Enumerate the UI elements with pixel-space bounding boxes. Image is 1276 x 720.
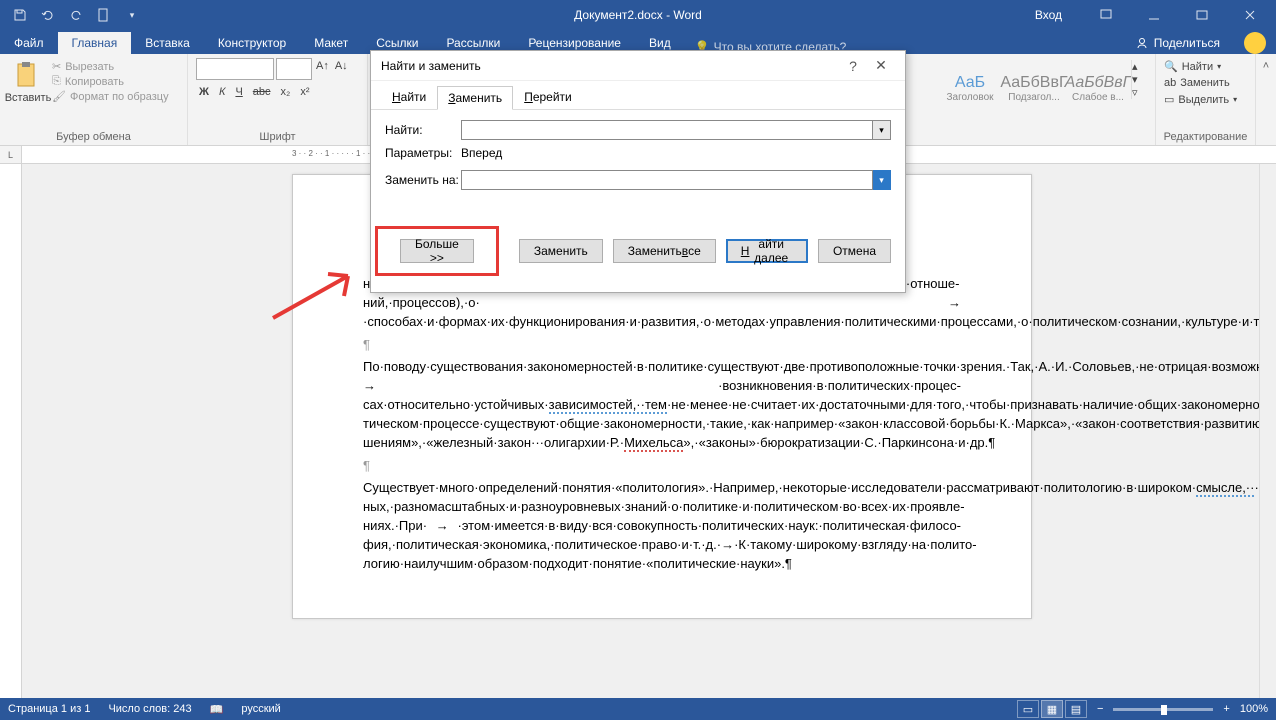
- collapse-ribbon-icon[interactable]: ˄: [1256, 54, 1276, 145]
- zoom-out-icon[interactable]: −: [1097, 703, 1103, 715]
- web-layout-icon[interactable]: ▤: [1065, 700, 1087, 718]
- tab-home[interactable]: Главная: [58, 32, 132, 54]
- cursor-icon: ▭: [1164, 93, 1174, 106]
- help-icon[interactable]: ?: [839, 52, 867, 80]
- font-label: Шрифт: [188, 131, 367, 143]
- italic-button[interactable]: К: [216, 84, 228, 100]
- dialog-tab-goto[interactable]: Перейти: [513, 85, 583, 109]
- find-input[interactable]: [461, 120, 873, 140]
- language-indicator[interactable]: русский: [241, 703, 280, 715]
- replace-all-button[interactable]: Заменить все: [613, 239, 716, 263]
- undo-icon[interactable]: [36, 3, 60, 27]
- print-layout-icon[interactable]: ▦: [1041, 700, 1063, 718]
- search-icon: 🔍: [1164, 60, 1178, 73]
- status-bar: Страница 1 из 1 Число слов: 243 📖 русски…: [0, 698, 1276, 720]
- replace-dropdown-icon[interactable]: ▾: [873, 170, 891, 190]
- replace-icon: ab: [1164, 77, 1176, 89]
- style-tile-subheading[interactable]: АаБбВвГПодзагол...: [1003, 60, 1065, 116]
- tab-layout[interactable]: Макет: [300, 32, 362, 54]
- paste-icon: [14, 60, 42, 92]
- new-doc-icon[interactable]: [92, 3, 116, 27]
- find-dropdown-icon[interactable]: ▾: [873, 120, 891, 140]
- replace-input[interactable]: [461, 170, 873, 190]
- read-mode-icon[interactable]: ▭: [1017, 700, 1039, 718]
- paste-button[interactable]: Вставить: [8, 58, 48, 104]
- vertical-scrollbar[interactable]: [1259, 164, 1276, 698]
- font-group: A↑ A↓ Ж К Ч abc x₂ x² Шрифт: [188, 54, 368, 145]
- font-family-combo[interactable]: [196, 58, 274, 80]
- close-dialog-icon[interactable]: ✕: [867, 52, 895, 80]
- document-title: Документ2.docx - Word: [574, 8, 702, 22]
- minimize-icon[interactable]: [1132, 0, 1176, 30]
- font-size-combo[interactable]: [276, 58, 312, 80]
- scissors-icon: ✂: [52, 60, 61, 73]
- brush-icon: 🖌: [52, 90, 66, 103]
- replace-label: Заменить на:: [385, 173, 461, 187]
- ribbon-options-icon[interactable]: [1084, 0, 1128, 30]
- ruler-corner[interactable]: L: [0, 146, 22, 163]
- strike-button[interactable]: abc: [250, 84, 274, 100]
- clipboard-group: Вставить ✂Вырезать ⎘Копировать 🖌Формат п…: [0, 54, 188, 145]
- feedback-emoji-icon[interactable]: [1244, 32, 1266, 54]
- zoom-slider[interactable]: [1113, 708, 1213, 711]
- superscript-button[interactable]: x²: [297, 84, 312, 100]
- subscript-button[interactable]: x₂: [278, 84, 294, 100]
- redo-icon[interactable]: [64, 3, 88, 27]
- find-next-button[interactable]: Найти далее: [726, 239, 808, 263]
- format-painter-button[interactable]: 🖌Формат по образцу: [52, 90, 169, 103]
- clipboard-label: Буфер обмена: [0, 131, 187, 143]
- save-icon[interactable]: [8, 3, 32, 27]
- close-window-icon[interactable]: [1228, 0, 1272, 30]
- more-button-highlight: Больше >>: [375, 226, 499, 276]
- cancel-button[interactable]: Отмена: [818, 239, 891, 263]
- dialog-title: Найти и заменить: [381, 59, 839, 73]
- select-button[interactable]: ▭Выделить▾: [1164, 91, 1247, 108]
- share-button[interactable]: Поделиться: [1122, 32, 1234, 54]
- share-icon: [1136, 37, 1148, 49]
- find-label: Найти:: [385, 123, 461, 137]
- params-value: Вперед: [461, 146, 502, 160]
- vertical-ruler[interactable]: [0, 164, 22, 698]
- dialog-tab-find[interactable]: Найти: [381, 85, 437, 109]
- styles-gallery-handle[interactable]: ▴▾▿: [1131, 60, 1147, 99]
- tab-insert[interactable]: Вставка: [131, 32, 204, 54]
- cut-button[interactable]: ✂Вырезать: [52, 60, 169, 73]
- dialog-tabs: Найти Заменить Перейти: [371, 81, 905, 110]
- spellcheck-icon[interactable]: 📖: [210, 703, 224, 716]
- zoom-level[interactable]: 100%: [1240, 703, 1268, 715]
- qat-more-icon[interactable]: ▾: [120, 3, 144, 27]
- bold-button[interactable]: Ж: [196, 84, 212, 100]
- zoom-in-icon[interactable]: +: [1223, 703, 1229, 715]
- tab-design[interactable]: Конструктор: [204, 32, 300, 54]
- editing-group: 🔍Найти▾ abЗаменить ▭Выделить▾ Редактиров…: [1156, 54, 1256, 145]
- params-label: Параметры:: [385, 146, 461, 160]
- style-tile-heading[interactable]: АаБЗаголовок: [939, 60, 1001, 116]
- find-button[interactable]: 🔍Найти▾: [1164, 58, 1247, 75]
- document-body[interactable]: наука·о·политике,·о·закономерностях·возн…: [363, 275, 961, 574]
- replace-one-button[interactable]: Заменить: [519, 239, 603, 263]
- shrink-font-icon[interactable]: A↓: [333, 58, 350, 80]
- copy-icon: ⎘: [52, 75, 61, 88]
- more-button[interactable]: Больше >>: [400, 239, 474, 263]
- replace-button[interactable]: abЗаменить: [1164, 75, 1247, 91]
- title-bar: ▾ Документ2.docx - Word Вход: [0, 0, 1276, 30]
- grow-font-icon[interactable]: A↑: [314, 58, 331, 80]
- page-indicator[interactable]: Страница 1 из 1: [8, 703, 90, 715]
- maximize-icon[interactable]: [1180, 0, 1224, 30]
- word-count[interactable]: Число слов: 243: [108, 703, 191, 715]
- underline-button[interactable]: Ч: [232, 84, 245, 100]
- copy-button[interactable]: ⎘Копировать: [52, 75, 169, 88]
- tab-file[interactable]: Файл: [0, 32, 58, 54]
- style-tile-emphasis[interactable]: АаБбВвГСлабое в...: [1067, 60, 1129, 116]
- login-link[interactable]: Вход: [1035, 8, 1062, 22]
- find-replace-dialog: Найти и заменить ? ✕ Найти Заменить Пере…: [370, 50, 906, 293]
- dialog-tab-replace[interactable]: Заменить: [437, 86, 513, 110]
- editing-label: Редактирование: [1156, 131, 1255, 143]
